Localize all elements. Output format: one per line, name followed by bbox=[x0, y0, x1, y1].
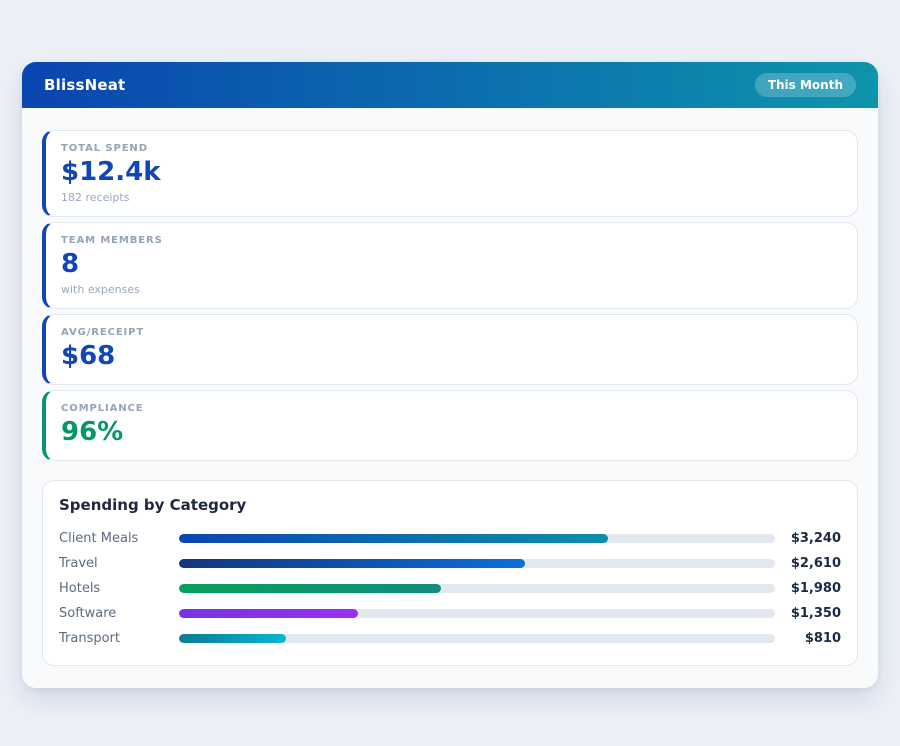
stat-value: $68 bbox=[61, 340, 116, 371]
stat-label: TEAM MEMBERS bbox=[61, 234, 163, 246]
stat-label: TOTAL SPEND bbox=[61, 143, 148, 154]
dashboard-body: TOTAL SPEND $12.4k 182 receipts TEAM MEM… bbox=[22, 108, 878, 688]
bar-fill bbox=[179, 533, 609, 543]
stat-card-team-members: TEAM MEMBERS 8 with expenses bbox=[42, 221, 858, 309]
stat-subtext: 182 receipts bbox=[61, 190, 130, 204]
category-label: Travel bbox=[59, 555, 98, 571]
stat-card-compliance: COMPLIANCE 96% bbox=[42, 389, 858, 461]
category-value: $3,240 bbox=[790, 530, 841, 546]
bar-track bbox=[179, 608, 775, 618]
bar-track bbox=[179, 633, 775, 643]
period-badge[interactable]: This Month bbox=[754, 73, 856, 97]
bar-fill bbox=[179, 583, 442, 593]
category-label: Client Meals bbox=[59, 530, 139, 546]
bar-track bbox=[179, 558, 775, 568]
stat-card-total-spend: TOTAL SPEND $12.4k 182 receipts bbox=[42, 130, 858, 217]
stat-subtext: with expenses bbox=[61, 282, 140, 296]
category-label: Hotels bbox=[59, 580, 101, 596]
bar-fill bbox=[179, 633, 287, 643]
chart-row: Hotels $1,980 bbox=[59, 576, 841, 601]
chart-row: Travel $2,610 bbox=[59, 551, 841, 576]
category-value: $2,610 bbox=[790, 555, 841, 571]
bar-fill bbox=[179, 608, 358, 618]
spending-by-category-chart: Spending by Category Client Meals $3,240… bbox=[42, 479, 858, 666]
chart-row: Client Meals $3,240 bbox=[59, 526, 841, 551]
stat-value: 96% bbox=[61, 416, 124, 447]
bar-track bbox=[179, 583, 775, 593]
category-label: Transport bbox=[59, 630, 121, 646]
stat-label: COMPLIANCE bbox=[61, 402, 144, 414]
chart-row: Software $1,350 bbox=[59, 601, 841, 626]
stat-value: $12.4k bbox=[61, 157, 161, 187]
chart-row: Transport $810 bbox=[59, 626, 841, 651]
app-header: BlissNeat This Month bbox=[22, 62, 878, 108]
bar-track bbox=[179, 533, 775, 543]
dashboard-panel: BlissNeat This Month TOTAL SPEND $12.4k … bbox=[22, 62, 878, 688]
chart-title: Spending by Category bbox=[59, 495, 247, 514]
stat-value: 8 bbox=[61, 248, 80, 279]
category-value: $1,350 bbox=[790, 605, 841, 621]
stat-label: AVG/RECEIPT bbox=[61, 326, 145, 338]
category-value: $810 bbox=[804, 630, 841, 646]
app-title: BlissNeat bbox=[44, 76, 126, 94]
category-value: $1,980 bbox=[790, 580, 841, 596]
stat-card-avg-receipt: AVG/RECEIPT $68 bbox=[42, 313, 858, 385]
category-label: Software bbox=[59, 605, 117, 621]
bar-fill bbox=[179, 558, 525, 568]
